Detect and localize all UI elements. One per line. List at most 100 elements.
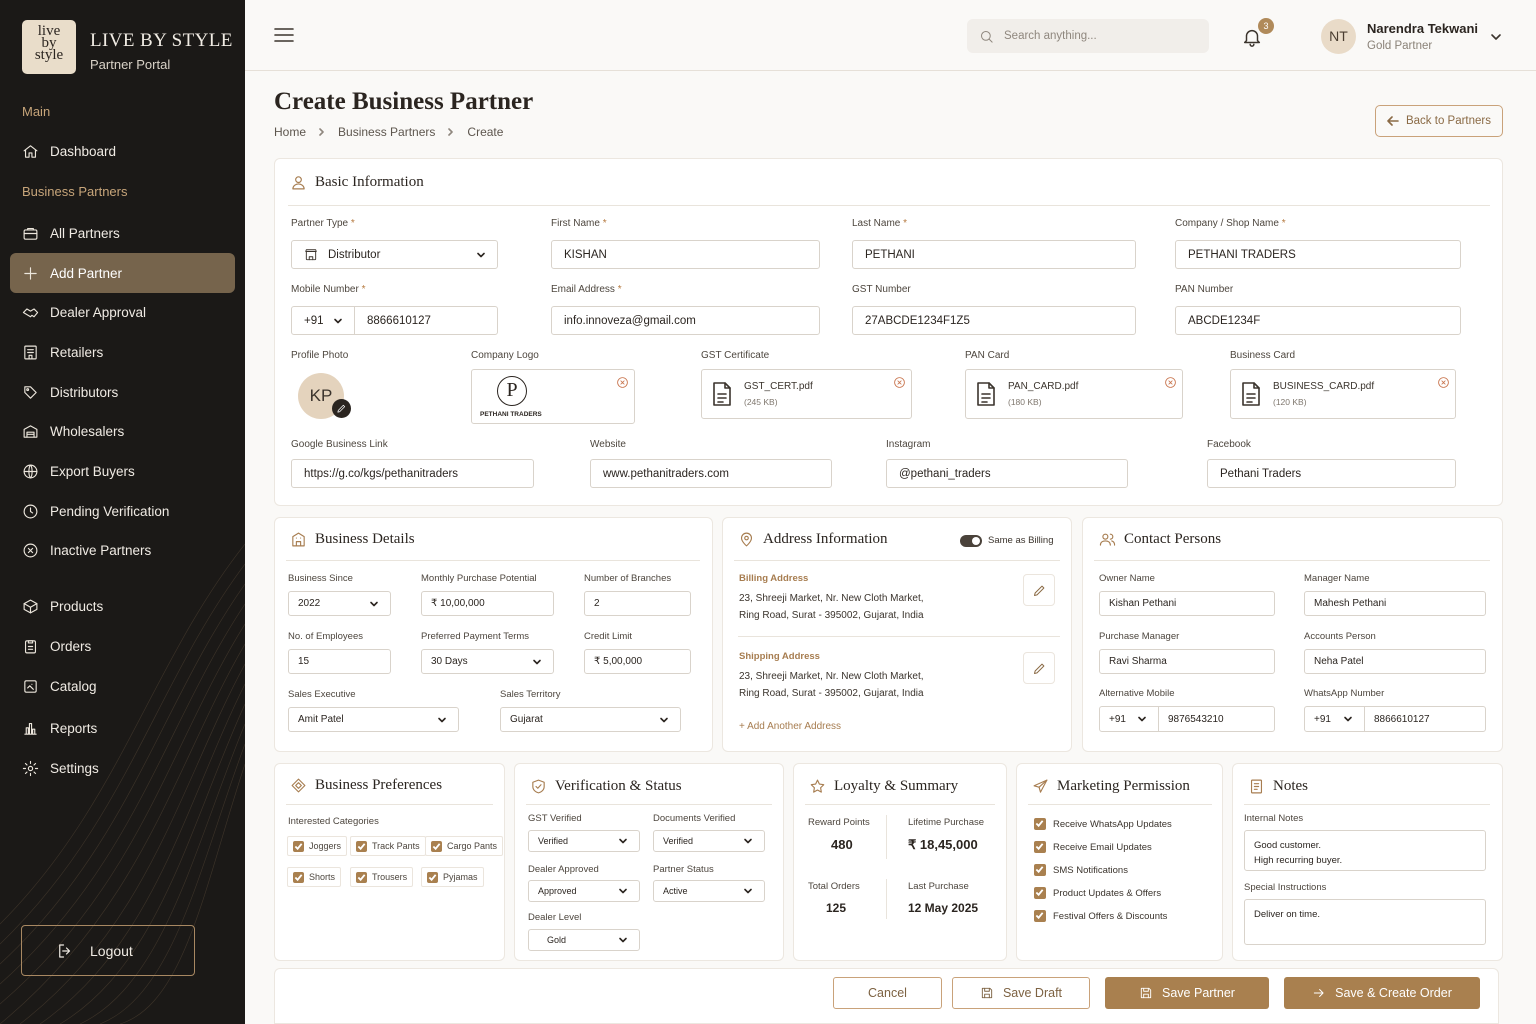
- avatar[interactable]: NT: [1321, 19, 1356, 54]
- mobile-country-code[interactable]: +91: [291, 306, 355, 335]
- gst-verified-select[interactable]: Verified: [528, 830, 640, 852]
- territory-value: Gujarat: [510, 714, 543, 725]
- email-input[interactable]: info.innoveza@gmail.com: [551, 306, 820, 335]
- accounts-input[interactable]: Neha Patel: [1304, 649, 1486, 674]
- festival-offers-checkbox[interactable]: Festival Offers & Discounts: [1034, 910, 1167, 922]
- alt-mobile-input[interactable]: 9876543210: [1158, 706, 1275, 732]
- whatsapp-input[interactable]: 8866610127: [1364, 706, 1486, 732]
- brand-logo[interactable]: live by style: [22, 20, 76, 74]
- partner-type-select[interactable]: Distributor: [291, 240, 498, 269]
- pan-card-upload[interactable]: PAN_CARD.pdf (180 KB): [965, 369, 1183, 419]
- sidebar-item-distributors[interactable]: Distributors: [10, 372, 235, 412]
- sidebar-item-settings[interactable]: Settings: [10, 748, 235, 788]
- sidebar-item-dashboard[interactable]: Dashboard: [10, 131, 235, 171]
- dealer-approved-select[interactable]: Approved: [528, 880, 640, 902]
- sidebar-item-wholesalers[interactable]: Wholesalers: [10, 411, 235, 451]
- sidebar: live by style LIVE BY STYLE Partner Port…: [0, 0, 245, 1024]
- gst-cert-upload[interactable]: GST_CERT.pdf (245 KB): [701, 369, 912, 419]
- credit-limit-input[interactable]: ₹ 5,00,000: [584, 649, 691, 674]
- sidebar-item-dealer-approval[interactable]: Dealer Approval: [10, 292, 235, 332]
- save-partner-button[interactable]: Save Partner: [1105, 977, 1269, 1009]
- user-name[interactable]: Narendra Tekwani: [1367, 21, 1478, 36]
- manager-input[interactable]: Mahesh Pethani: [1304, 591, 1486, 616]
- product-updates-checkbox[interactable]: Product Updates & Offers: [1034, 887, 1161, 899]
- pan-input[interactable]: ABCDE1234F: [1175, 306, 1461, 335]
- sidebar-item-reports[interactable]: Reports: [10, 708, 235, 748]
- sidebar-item-all-partners[interactable]: All Partners: [10, 213, 235, 253]
- category-joggers-checkbox[interactable]: Joggers: [287, 836, 348, 856]
- whatsapp-country-code[interactable]: +91: [1304, 706, 1365, 732]
- category-cargo-pants-checkbox[interactable]: Cargo Pants: [425, 836, 504, 856]
- territory-select[interactable]: Gujarat: [500, 707, 681, 732]
- business-since-select[interactable]: 2022: [288, 591, 391, 616]
- remove-icon[interactable]: [1164, 376, 1177, 389]
- remove-icon[interactable]: [893, 376, 906, 389]
- category-track-pants-checkbox[interactable]: Track Pants: [350, 836, 426, 856]
- docs-verified-select[interactable]: Verified: [653, 830, 765, 852]
- edit-billing-button[interactable]: [1023, 574, 1055, 606]
- chevron-right-icon: [448, 128, 454, 136]
- whatsapp-updates-checkbox[interactable]: Receive WhatsApp Updates: [1034, 818, 1172, 830]
- business-card-upload[interactable]: BUSINESS_CARD.pdf (120 KB): [1230, 369, 1456, 419]
- company-logo-upload[interactable]: P PETHANI TRADERS: [471, 369, 635, 424]
- category-pyjamas-checkbox[interactable]: Pyjamas: [421, 867, 484, 887]
- employees-input[interactable]: 15: [288, 649, 391, 674]
- sidebar-item-catalog[interactable]: Catalog: [10, 666, 235, 706]
- sidebar-item-export-buyers[interactable]: Export Buyers: [10, 451, 235, 491]
- search-placeholder: Search anything...: [1004, 30, 1097, 42]
- save-create-order-button[interactable]: Save & Create Order: [1284, 977, 1480, 1009]
- last-name-input[interactable]: PETHANI: [852, 240, 1136, 269]
- branches-input[interactable]: 2: [584, 591, 691, 616]
- territory-label: Sales Territory: [500, 689, 561, 700]
- divider: [886, 879, 887, 919]
- menu-icon[interactable]: [274, 27, 294, 43]
- email-updates-checkbox[interactable]: Receive Email Updates: [1034, 841, 1152, 853]
- first-name-input[interactable]: KISHAN: [551, 240, 820, 269]
- special-instructions-textarea[interactable]: Deliver on time.: [1244, 899, 1486, 945]
- category-trousers-checkbox[interactable]: Trousers: [350, 867, 414, 887]
- sales-exec-select[interactable]: Amit Patel: [288, 707, 459, 732]
- card-title-text: Contact Persons: [1124, 531, 1222, 547]
- sidebar-item-retailers[interactable]: Retailers: [10, 332, 235, 372]
- sms-notifications-checkbox[interactable]: SMS Notifications: [1034, 864, 1128, 876]
- gst-input[interactable]: 27ABCDE1234F1Z5: [852, 306, 1136, 335]
- remove-icon[interactable]: [616, 376, 629, 389]
- company-input[interactable]: PETHANI TRADERS: [1175, 240, 1461, 269]
- sidebar-item-label: Add Partner: [50, 265, 123, 281]
- internal-notes-textarea[interactable]: Good customer. High recurring buyer.: [1244, 830, 1486, 871]
- save-draft-button[interactable]: Save Draft: [952, 977, 1090, 1009]
- add-address-link[interactable]: + Add Another Address: [739, 721, 841, 732]
- owner-input[interactable]: Kishan Pethani: [1099, 591, 1275, 616]
- logout-button[interactable]: Logout: [21, 925, 195, 976]
- same-as-billing-toggle[interactable]: [960, 535, 982, 547]
- checkbox-label: Product Updates & Offers: [1053, 887, 1162, 899]
- sidebar-item-orders[interactable]: Orders: [10, 626, 235, 666]
- dealer-level-select[interactable]: Gold: [528, 929, 640, 951]
- edit-photo-button[interactable]: [332, 399, 351, 418]
- search-input[interactable]: Search anything...: [967, 19, 1209, 53]
- partner-status-select[interactable]: Active: [653, 880, 765, 902]
- alt-country-code[interactable]: +91: [1099, 706, 1159, 732]
- breadcrumb-partners[interactable]: Business Partners: [338, 125, 435, 139]
- remove-icon[interactable]: [1437, 376, 1450, 389]
- sidebar-item-pending-verification[interactable]: Pending Verification: [10, 491, 235, 531]
- purchase-potential-input[interactable]: ₹ 10,00,000: [421, 591, 554, 616]
- instagram-input[interactable]: @pethani_traders: [886, 459, 1128, 488]
- bar-chart-icon: [24, 722, 37, 735]
- category-shorts-checkbox[interactable]: Shorts: [287, 867, 342, 887]
- chevron-down-icon[interactable]: [1490, 31, 1502, 43]
- payment-terms-select[interactable]: 30 Days: [421, 649, 554, 674]
- google-link-input[interactable]: https://g.co/kgs/pethanitraders: [291, 459, 534, 488]
- purchase-manager-input[interactable]: Ravi Sharma: [1099, 649, 1275, 674]
- sidebar-item-products[interactable]: Products: [10, 586, 235, 626]
- edit-shipping-button[interactable]: [1023, 652, 1055, 684]
- cancel-button[interactable]: Cancel: [833, 977, 942, 1009]
- facebook-input[interactable]: Pethani Traders: [1207, 459, 1456, 488]
- breadcrumb-home[interactable]: Home: [274, 125, 306, 139]
- sidebar-item-add-partner[interactable]: Add Partner: [10, 253, 235, 293]
- sidebar-item-inactive-partners[interactable]: Inactive Partners: [10, 530, 235, 570]
- back-to-partners-button[interactable]: Back to Partners: [1375, 105, 1503, 137]
- mobile-input[interactable]: 8866610127: [354, 306, 498, 335]
- website-input[interactable]: www.pethanitraders.com: [590, 459, 832, 488]
- category-label: Track Pants: [372, 841, 420, 851]
